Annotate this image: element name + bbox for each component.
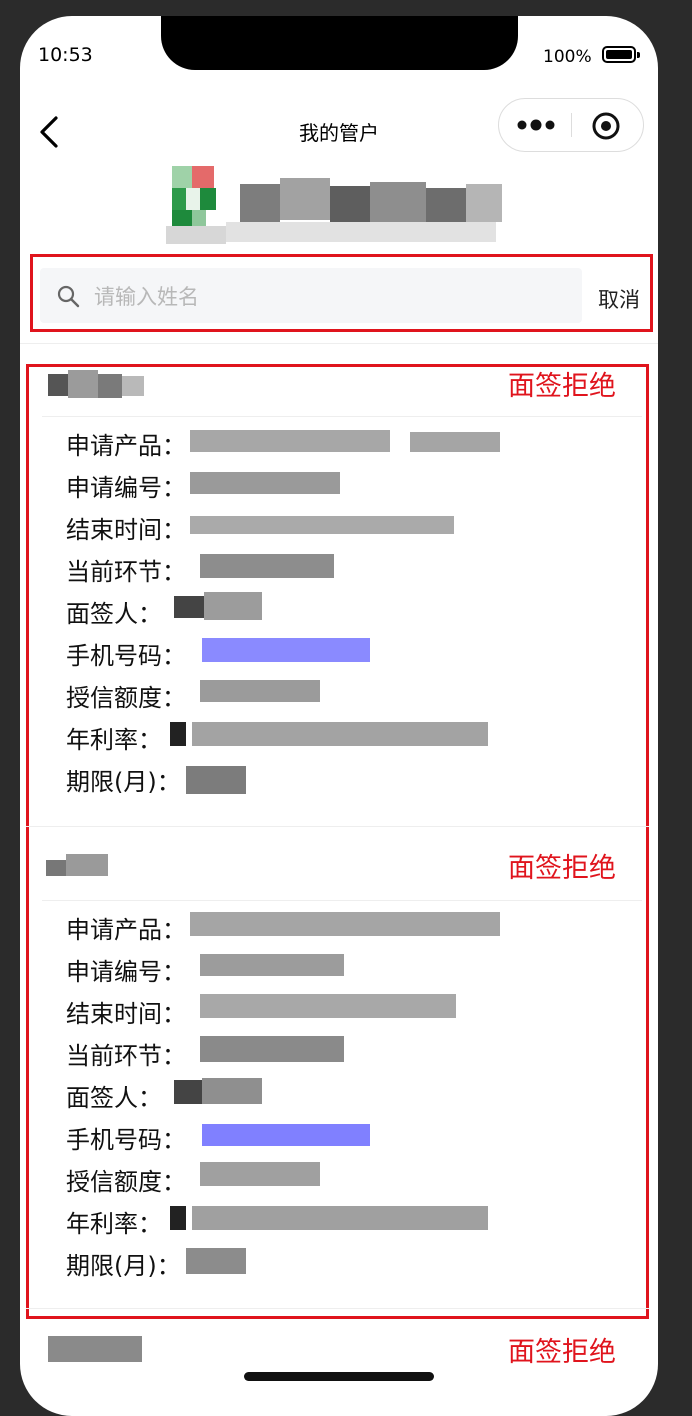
search-bar[interactable] — [40, 268, 582, 325]
redacted-value — [186, 762, 250, 798]
field-label-current-stage: 当前环节： — [66, 558, 186, 586]
mini-program-capsule — [498, 98, 644, 152]
field-label-credit-limit: 授信额度： — [66, 684, 186, 712]
redacted-value — [186, 1244, 250, 1278]
redacted-value — [170, 716, 492, 752]
field-label-term: 期限(月)： — [66, 768, 181, 796]
redacted-value — [200, 950, 350, 980]
field-label-current-stage: 当前环节： — [66, 1042, 186, 1070]
field-label-annual-rate: 年利率： — [66, 1210, 162, 1238]
status-badge: 面签拒绝 — [508, 1337, 616, 1368]
customer-name-redacted — [48, 368, 144, 400]
field-label-term: 期限(月)： — [66, 1252, 181, 1280]
home-indicator — [244, 1372, 434, 1381]
field-label-annual-rate: 年利率： — [66, 726, 162, 754]
field-label-product: 申请产品： — [66, 432, 186, 460]
notch — [161, 16, 518, 70]
field-label-phone: 手机号码： — [66, 1126, 186, 1154]
redacted-value — [174, 1074, 266, 1108]
divider — [20, 343, 658, 344]
redacted-value — [174, 590, 264, 622]
divider — [42, 416, 642, 417]
redacted-value — [170, 1200, 492, 1236]
field-label-signer: 面签人： — [66, 600, 162, 628]
battery-percentage: 100% — [543, 47, 592, 67]
divider — [42, 900, 642, 901]
field-label-product: 申请产品： — [66, 916, 186, 944]
logo-mosaic — [166, 166, 506, 246]
field-label-end-time: 结束时间： — [66, 1000, 186, 1028]
redacted-value — [200, 1032, 350, 1066]
redacted-value — [190, 510, 460, 540]
status-badge: 面签拒绝 — [508, 853, 616, 884]
search-input[interactable] — [92, 268, 566, 325]
customer-name-redacted — [48, 1332, 144, 1364]
close-miniprogram-icon[interactable] — [591, 111, 621, 141]
redacted-value — [190, 908, 510, 940]
search-icon — [57, 285, 80, 308]
more-icon[interactable] — [513, 113, 559, 137]
status-time: 10:53 — [38, 44, 93, 66]
field-label-credit-limit: 授信额度： — [66, 1168, 186, 1196]
capsule-divider — [571, 113, 572, 137]
field-label-application-no: 申请编号： — [66, 958, 186, 986]
status-badge: 面签拒绝 — [508, 371, 616, 402]
battery-icon — [602, 46, 640, 63]
field-label-signer: 面签人： — [66, 1084, 162, 1112]
customer-name-redacted — [46, 850, 110, 880]
redacted-value — [190, 426, 510, 456]
redacted-value — [200, 988, 460, 1024]
phone-screen: 10:53 100% 我的管户 请输入姓名 取消 面签拒绝 申请产品： 申请编号… — [20, 16, 658, 1416]
redacted-phone-link[interactable] — [202, 634, 372, 666]
redacted-value — [190, 468, 350, 498]
redacted-value — [200, 676, 324, 706]
field-label-application-no: 申请编号： — [66, 474, 186, 502]
cancel-button[interactable]: 取消 — [598, 284, 640, 314]
field-label-end-time: 结束时间： — [66, 516, 186, 544]
divider — [26, 826, 649, 827]
redacted-phone-link[interactable] — [202, 1118, 372, 1150]
redacted-value — [200, 1156, 324, 1192]
divider — [26, 1308, 649, 1309]
redacted-value — [200, 550, 340, 582]
field-label-phone: 手机号码： — [66, 642, 186, 670]
